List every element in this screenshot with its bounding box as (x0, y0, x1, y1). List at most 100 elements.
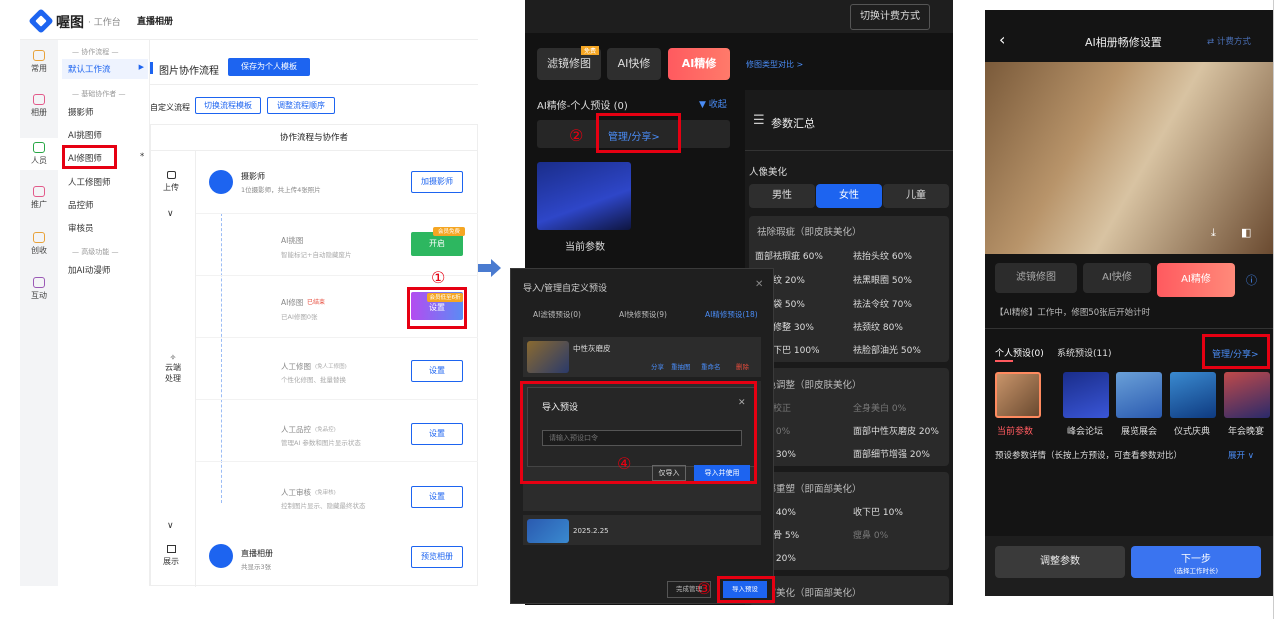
next-step-button[interactable]: 下一步 (选择工作时长) (1131, 546, 1261, 578)
camera-icon (166, 171, 176, 179)
member-free-badge: 会员免费 (433, 227, 465, 236)
mobile-tab-filter[interactable]: 滤镜修图 (995, 263, 1077, 293)
preset-date: 2025.2.25 (573, 527, 609, 535)
tab-quick[interactable]: AI快修 (607, 48, 661, 80)
mobile-tab-fine[interactable]: AI精修 (1157, 263, 1235, 297)
param-value: 面部祛瑕疵 60% (755, 252, 823, 262)
preset-summit[interactable] (1063, 372, 1109, 418)
row-desc: 管理AI 参数和图片显示状态 (281, 439, 361, 447)
free-badge: 免费 (581, 46, 599, 55)
left-nav: 常用 相册 人员 推广 创收 互动 (20, 40, 58, 586)
album-icon (33, 94, 45, 105)
tab-personal-preset[interactable]: 个人预设(0) (995, 346, 1044, 359)
collapse-toggle[interactable]: ▼ 收起 (699, 97, 727, 110)
page-title: 图片协作流程 (159, 66, 219, 77)
param-value: 收下巴 10% (853, 508, 903, 518)
redraw-link[interactable]: 重抽图 (671, 361, 691, 371)
live-album-avatar (209, 544, 233, 568)
adjust-order-button[interactable]: 调整流程顺序 (267, 97, 335, 114)
preset-title: AI精修-个人预设 (0) (537, 101, 628, 112)
sub-item-manual-retouch[interactable]: 人工修图师 (68, 176, 111, 188)
manual-retouch-settings-button[interactable]: 设置 (411, 360, 463, 382)
preset-thumbnail (527, 519, 569, 543)
param-value: 祛脸部油光 50% (853, 346, 921, 356)
rename-link[interactable]: 重命名 (701, 361, 721, 371)
row-desc: 1位摄影师，共上传4张照片 (241, 186, 321, 194)
row-desc: 智能标记+自动隐藏废片 (281, 251, 352, 259)
switch-billing-button[interactable]: 切换计费方式 (850, 4, 930, 30)
download-icon[interactable]: ⤓ (1211, 226, 1216, 240)
status-tag: 已结束 (307, 299, 326, 306)
preset-gala[interactable] (1224, 372, 1270, 418)
save-template-button[interactable]: 保存为个人模板 (228, 58, 310, 76)
row-name: 人工修图 (281, 362, 311, 371)
review-settings-button[interactable]: 设置 (411, 486, 463, 508)
column-header: 协作流程与协作者 (151, 125, 477, 151)
param-value: 面部细节增强 20% (853, 450, 930, 460)
nav-interact[interactable]: 互动 (20, 277, 58, 301)
tab-system-preset[interactable]: 系统预设(11) (1057, 346, 1111, 359)
add-photographer-button[interactable]: 加摄影师 (411, 171, 463, 193)
step-marker: ④ (617, 454, 632, 473)
current-params-label: 当前参数 (565, 242, 605, 253)
current-preset-thumbnail[interactable] (537, 162, 631, 230)
switch-template-button[interactable]: 切换流程模板 (195, 97, 261, 114)
star-icon (33, 50, 45, 61)
sub-item-ai-pick[interactable]: AI挑图师 (68, 129, 102, 141)
dialog-tab[interactable]: AI快修预设(9) (619, 309, 667, 320)
sub-item-reviewer[interactable]: 审核员 (68, 222, 94, 234)
sub-item-photographer[interactable]: 摄影师 (68, 106, 94, 118)
nav-people[interactable]: 人员 (20, 138, 58, 170)
interact-icon (33, 277, 45, 288)
share-link[interactable]: 分享 (651, 361, 664, 371)
highlight-box (596, 113, 681, 153)
help-icon[interactable]: ⓘ (1246, 272, 1257, 288)
sub-item-ai-anime[interactable]: 加AI动漫师 (68, 264, 110, 276)
sub-nav: — 协作流程 — 默认工作流 ▶ — 基础协作者 — 摄影师 AI挑图师 AI修图… (58, 40, 150, 586)
display-label: 展示 (163, 545, 179, 567)
adjust-params-button[interactable]: 调整参数 (995, 546, 1125, 578)
section-title: 祛除瑕疵（即皮肤美化） (757, 227, 862, 238)
status-text: 【AI精修】工作中，修图50张后开始计时 (995, 308, 1151, 318)
step-marker: ① (431, 268, 446, 287)
back-icon[interactable]: ‹ (999, 30, 1005, 49)
row-name: 人工品控 (281, 425, 311, 434)
workbench-label: · 工作台 (88, 18, 121, 28)
star-mark: * (140, 152, 145, 162)
qc-settings-button[interactable]: 设置 (411, 423, 463, 445)
tab-fine[interactable]: AI精修 (668, 48, 730, 80)
nav-revenue[interactable]: 创收 (20, 232, 58, 256)
cloud-label: ✧ 云端处理 (165, 353, 181, 383)
image-icon (166, 545, 176, 553)
revenue-icon (33, 232, 45, 243)
chevron-down-icon[interactable]: ∨ (167, 209, 174, 219)
delete-link[interactable]: 删除 (736, 361, 749, 371)
gender-female[interactable]: 女性 (816, 184, 882, 208)
nav-album[interactable]: 相册 (20, 94, 58, 118)
nav-promote[interactable]: 推广 (20, 186, 58, 210)
sub-item-qc[interactable]: 品控师 (68, 199, 94, 211)
people-icon (33, 142, 45, 153)
close-icon[interactable]: ✕ (755, 279, 763, 290)
preset-exhibition[interactable] (1116, 372, 1162, 418)
expand-toggle[interactable]: 展开 ∨ (1228, 449, 1254, 461)
billing-link[interactable]: ⇄ 计费方式 (1207, 35, 1251, 47)
param-value: 祛法令纹 70% (853, 300, 912, 310)
param-value: 祛颈纹 80% (853, 323, 903, 333)
breadcrumb[interactable]: 直播相册 (137, 14, 173, 27)
chevron-down-icon[interactable]: ∨ (167, 521, 174, 531)
preset-ceremony[interactable] (1170, 372, 1216, 418)
dialog-tab-active[interactable]: AI精修预设(18) (705, 309, 758, 320)
dialog-tab[interactable]: AI滤镜预设(0) (533, 309, 581, 320)
group-label: — 高级功能 — (72, 248, 119, 256)
compare-link[interactable]: 修图类型对比 > (746, 59, 803, 70)
mobile-tab-quick[interactable]: AI快修 (1083, 263, 1151, 293)
nav-common[interactable]: 常用 (20, 50, 58, 74)
preview-album-button[interactable]: 预览相册 (411, 546, 463, 568)
preset-current[interactable] (995, 372, 1041, 418)
default-workflow[interactable]: 默认工作流 ▶ (62, 59, 148, 79)
gender-male[interactable]: 男性 (749, 184, 815, 208)
gender-child[interactable]: 儿童 (883, 184, 949, 208)
promote-icon (33, 186, 45, 197)
compare-icon[interactable]: ◧ (1241, 226, 1251, 239)
